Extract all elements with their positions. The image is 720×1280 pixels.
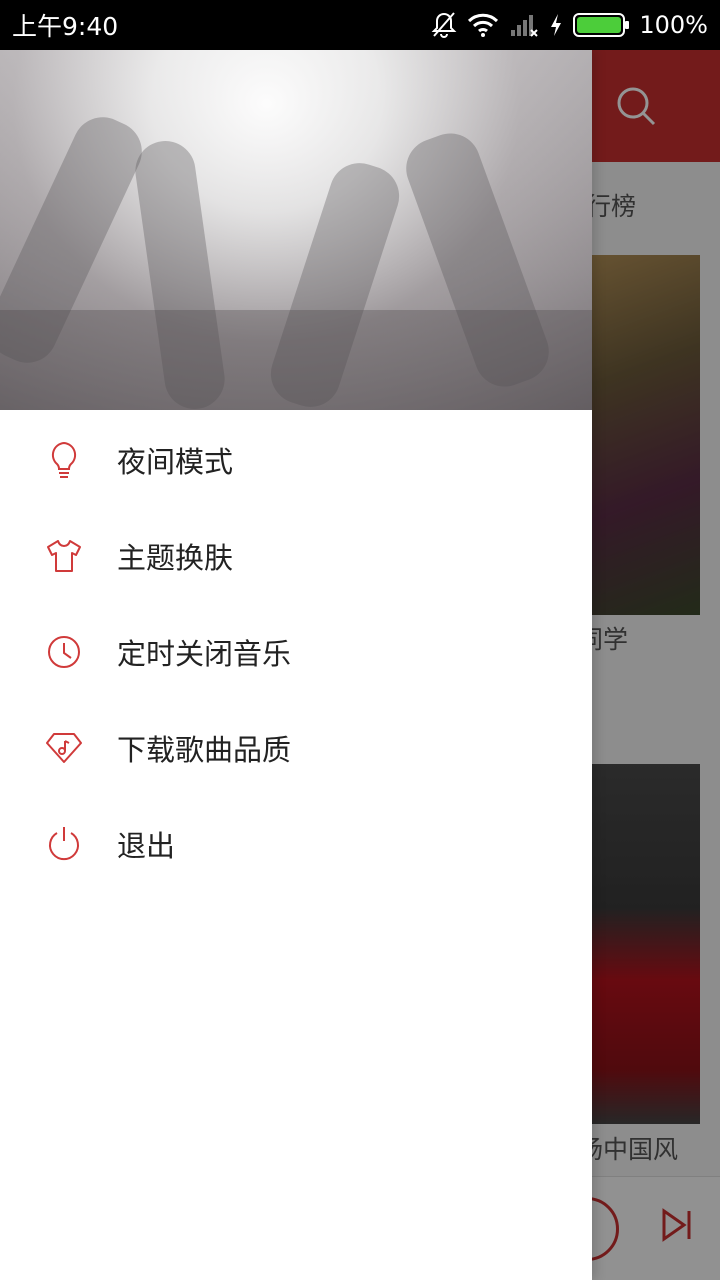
crowd-heads-shape [0,310,592,410]
music-quality-icon [44,728,84,768]
status-time: 上午9:40 [12,12,119,41]
menu-item-label: 退出 [117,829,176,863]
status-bar: 上午9:40 100% [0,0,720,50]
clock-icon [44,632,84,672]
menu-item-label: 夜间模式 [117,445,234,479]
charging-icon [549,13,563,37]
lightbulb-icon [44,440,84,480]
battery-fill [577,17,622,33]
mute-bell-icon [431,11,457,39]
status-icons: 100% [431,11,708,39]
menu-item-theme[interactable]: 主题换肤 [0,508,592,604]
menu-item-sleep-timer[interactable]: 定时关闭音乐 [0,604,592,700]
menu-item-download-quality[interactable]: 下载歌曲品质 [0,700,592,796]
menu-item-label: 定时关闭音乐 [117,637,292,671]
drawer-menu: 夜间模式 主题换肤 定时关闭音乐 下载歌曲品质 退出 [0,410,592,892]
signal-icon [509,12,539,38]
drawer-header-image [0,50,592,410]
menu-item-night-mode[interactable]: 夜间模式 [0,412,592,508]
power-icon [44,824,84,864]
menu-item-label: 主题换肤 [117,541,234,575]
tshirt-icon [44,536,84,576]
battery-icon [573,13,630,37]
menu-item-exit[interactable]: 退出 [0,796,592,892]
navigation-drawer: 夜间模式 主题换肤 定时关闭音乐 下载歌曲品质 退出 [0,50,592,1280]
menu-item-label: 下载歌曲品质 [117,733,292,767]
battery-percent: 100% [639,11,708,39]
wifi-icon [467,12,499,38]
